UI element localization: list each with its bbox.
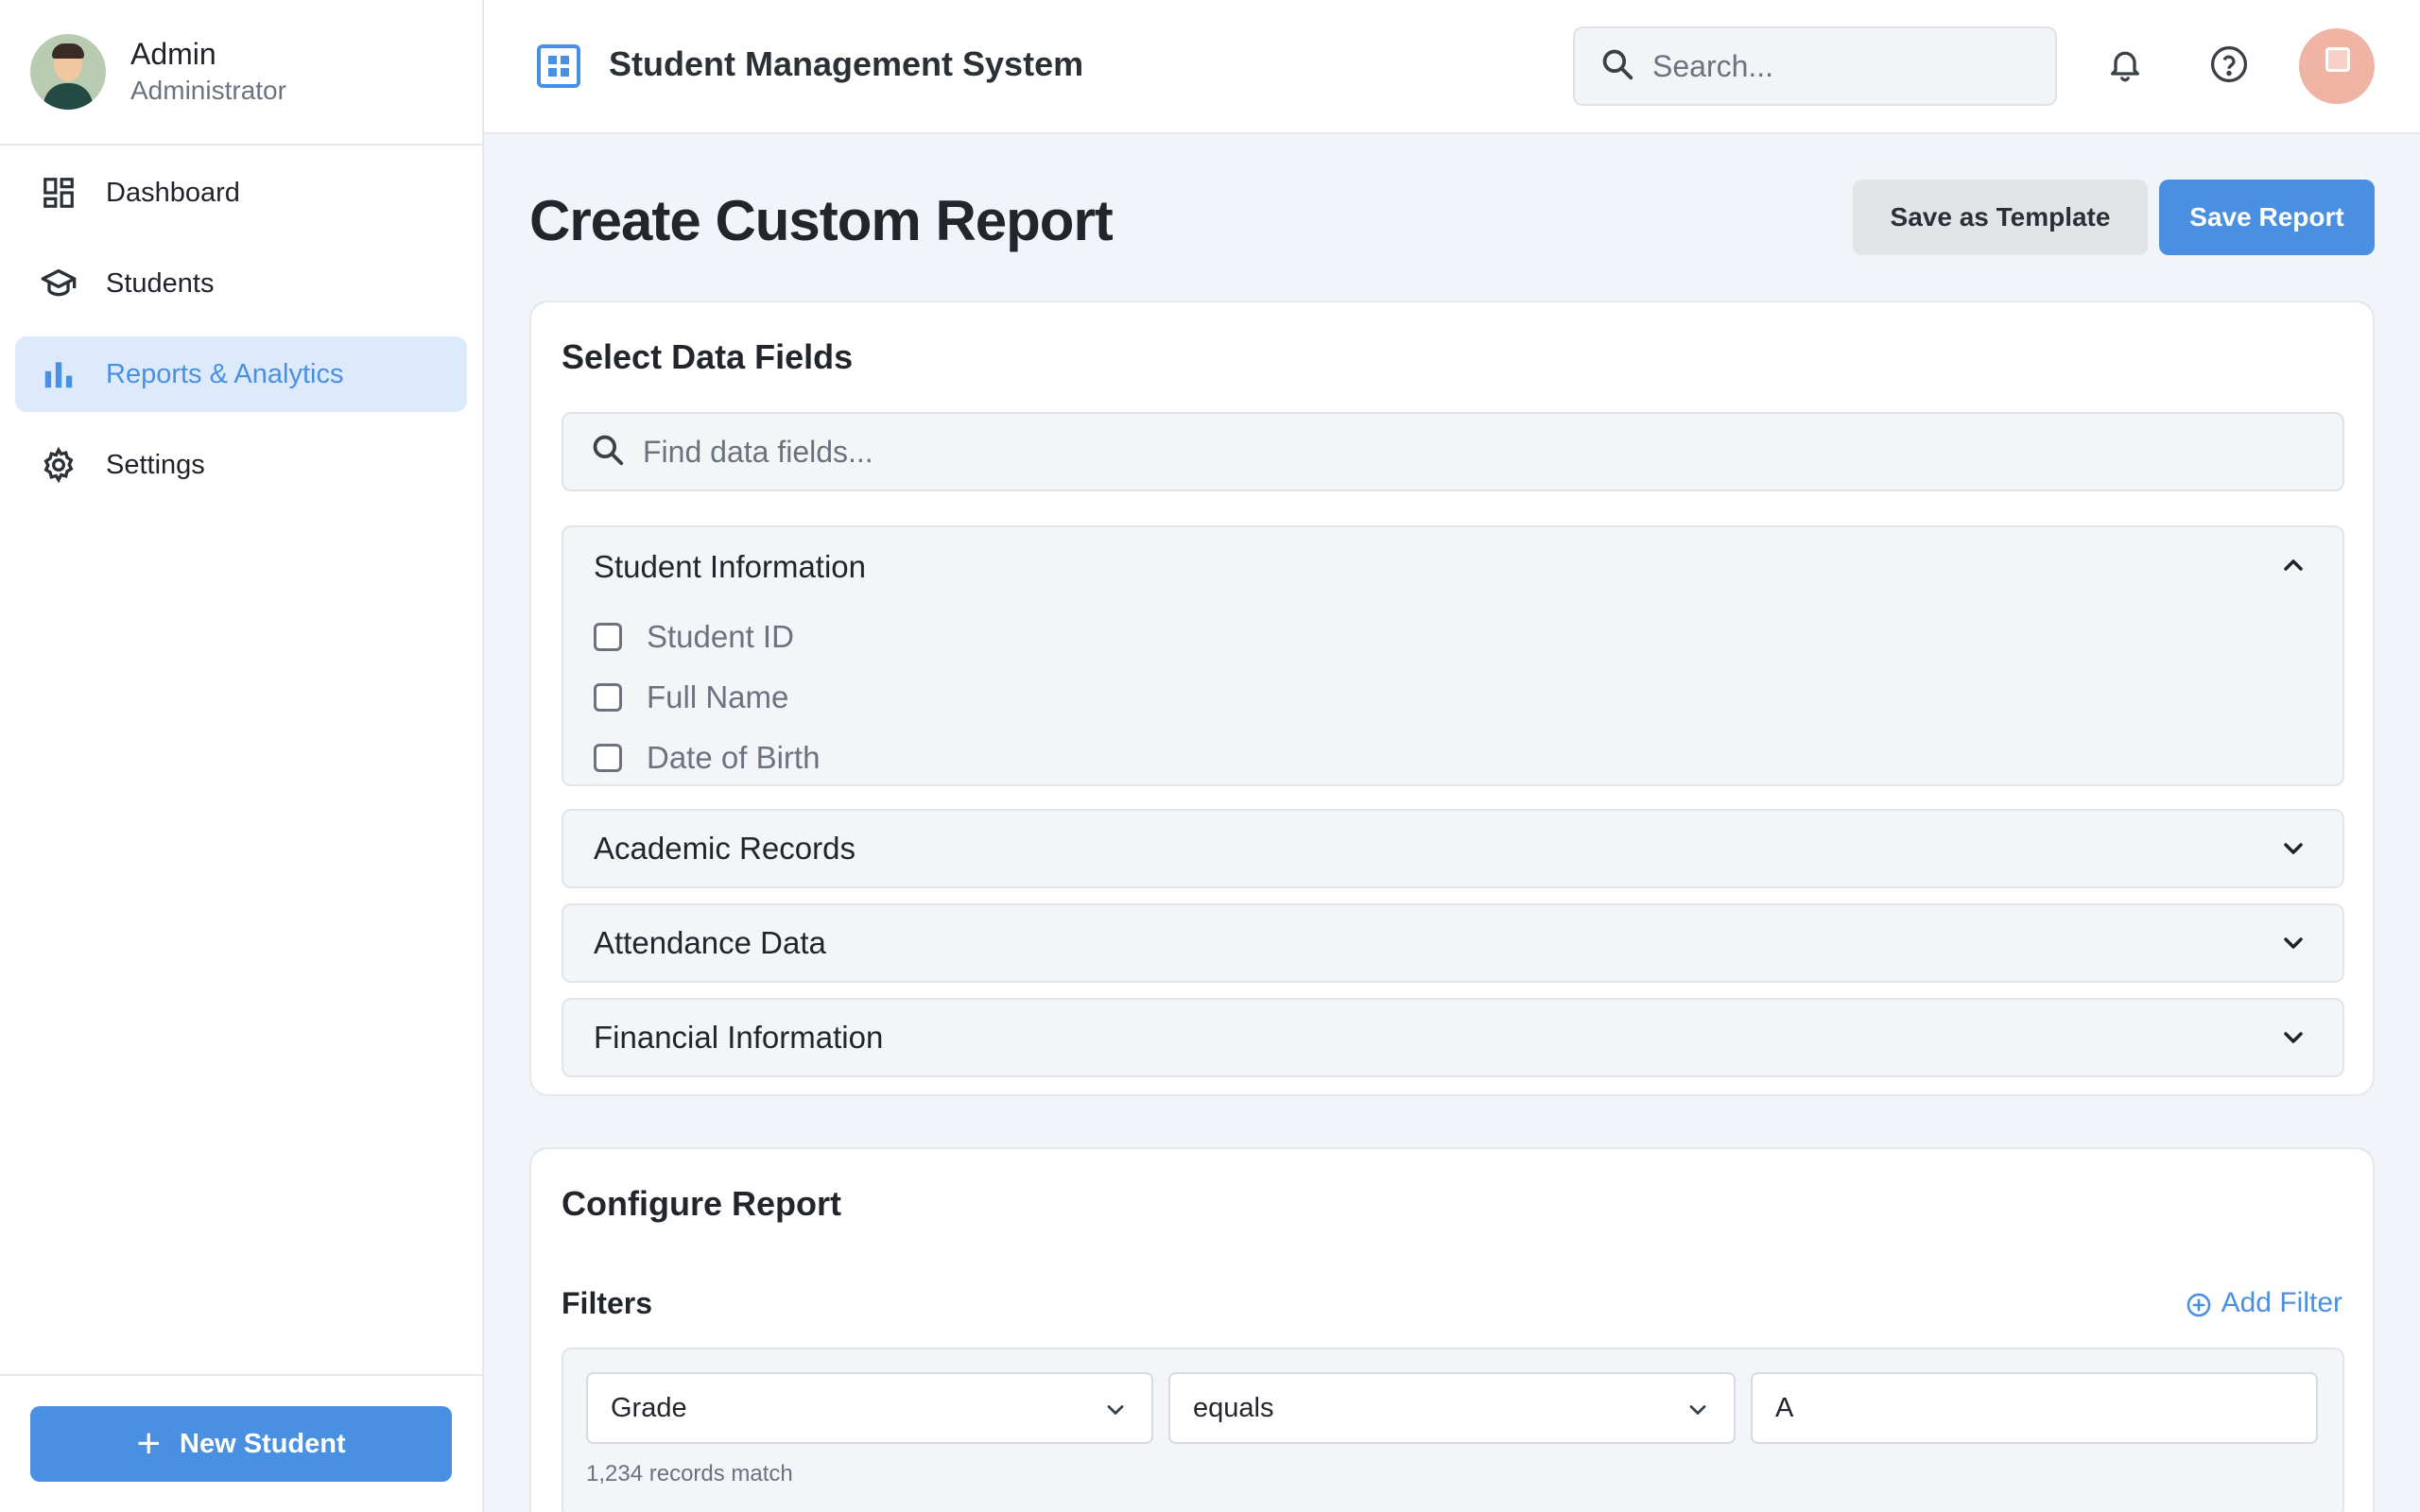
gear-icon <box>40 446 78 484</box>
add-filter-button[interactable]: Add Filter <box>2186 1283 2342 1323</box>
sidebar-nav: Dashboard Students Reports & Analytics S… <box>0 146 482 527</box>
search-icon <box>590 432 626 472</box>
chevron-down-icon <box>1102 1397 1129 1423</box>
field-option: Full Name <box>563 667 2342 728</box>
accordion-title: Attendance Data <box>594 925 826 960</box>
plus-circle-icon <box>2186 1290 2212 1317</box>
chevron-down-icon <box>2278 928 2308 958</box>
sidebar: Admin Administrator Dashboard Students R… <box>0 0 484 1512</box>
filter-value-text: A <box>1775 1392 1794 1423</box>
accordion-financial-information: Financial Information <box>562 998 2344 1077</box>
match-count: 1,234 records match <box>586 1461 793 1486</box>
filter-field-select[interactable]: Grade <box>586 1372 1153 1444</box>
accordion-student-information: Student Information Student ID Full Name… <box>562 525 2344 786</box>
sidebar-footer: + New Student <box>0 1374 482 1512</box>
filters-label: Filters <box>562 1286 653 1320</box>
add-filter-label: Add Filter <box>2221 1287 2342 1318</box>
top-bar: Student Management System <box>484 0 2420 134</box>
accordion-title: Academic Records <box>594 831 856 866</box>
chevron-down-icon <box>2278 833 2308 864</box>
sidebar-item-label: Reports & Analytics <box>106 358 344 389</box>
configure-report-title: Configure Report <box>562 1184 841 1223</box>
page-title: Create Custom Report <box>529 189 1114 252</box>
field-option: Date of Birth <box>563 728 2342 788</box>
filter-field-value: Grade <box>611 1392 687 1423</box>
chevron-up-icon <box>2278 550 2308 580</box>
sidebar-item-label: Dashboard <box>106 177 240 208</box>
search-icon <box>1599 46 1635 87</box>
profile-name: Admin <box>130 37 216 71</box>
field-checkbox[interactable] <box>594 623 622 651</box>
profile-role: Administrator <box>130 76 286 105</box>
accordion-title: Student Information <box>594 549 867 584</box>
accordion-header[interactable]: Student Information <box>563 527 2342 607</box>
field-label: Full Name <box>647 679 789 714</box>
field-label: Student ID <box>647 619 794 654</box>
accordion-header[interactable]: Academic Records <box>563 811 2342 886</box>
filter-row: Grade equals A 1,234 records match <box>562 1348 2344 1512</box>
chevron-down-icon <box>1685 1397 1711 1423</box>
chevron-down-icon <box>2278 1022 2308 1053</box>
sidebar-item-settings[interactable]: Settings <box>15 427 467 503</box>
notification-bell-icon[interactable] <box>2099 38 2152 91</box>
dashboard-icon <box>40 174 78 212</box>
field-checkbox[interactable] <box>594 683 622 712</box>
accordion-header[interactable]: Financial Information <box>563 1000 2342 1075</box>
field-checkbox[interactable] <box>594 744 622 772</box>
save-report-button[interactable]: Save Report <box>2159 180 2375 255</box>
accordion-title: Financial Information <box>594 1020 884 1055</box>
bar-chart-icon <box>40 355 78 393</box>
field-search-input[interactable] <box>643 434 2250 470</box>
new-student-label: New Student <box>180 1428 346 1459</box>
avatar <box>30 34 106 110</box>
app-title: Student Management System <box>609 44 1084 83</box>
user-profile: Admin Administrator <box>0 0 482 146</box>
plus-icon: + <box>136 1420 162 1467</box>
accordion-header[interactable]: Attendance Data <box>563 905 2342 981</box>
accordion-academic-records: Academic Records <box>562 809 2344 888</box>
data-fields-title: Select Data Fields <box>562 337 854 376</box>
filter-operator-select[interactable]: equals <box>1168 1372 1736 1444</box>
data-fields-card: Select Data Fields Student Information S… <box>529 301 2375 1096</box>
save-as-template-button[interactable]: Save as Template <box>1853 180 2148 255</box>
filter-value-input[interactable]: A <box>1751 1372 2318 1444</box>
accordion-attendance-data: Attendance Data <box>562 903 2344 983</box>
app-grid-icon <box>535 43 582 90</box>
help-icon[interactable] <box>2203 38 2256 91</box>
sidebar-item-label: Settings <box>106 449 205 480</box>
sidebar-item-reports[interactable]: Reports & Analytics <box>15 336 467 412</box>
field-option: Student ID <box>563 607 2342 667</box>
graduation-cap-icon <box>40 265 78 302</box>
search-input[interactable] <box>1652 48 2031 84</box>
filter-operator-value: equals <box>1193 1392 1274 1423</box>
field-search <box>562 412 2344 491</box>
user-avatar[interactable] <box>2299 28 2375 104</box>
sidebar-item-students[interactable]: Students <box>15 246 467 321</box>
configure-report-card: Configure Report Filters Add Filter Grad… <box>529 1147 2375 1512</box>
sidebar-item-dashboard[interactable]: Dashboard <box>15 155 467 231</box>
global-search <box>1573 26 2057 106</box>
sidebar-item-label: Students <box>106 267 215 299</box>
new-student-button[interactable]: + New Student <box>30 1406 452 1482</box>
main-content: Create Custom Report Save as Template Sa… <box>484 134 2420 1512</box>
field-label: Date of Birth <box>647 740 821 775</box>
